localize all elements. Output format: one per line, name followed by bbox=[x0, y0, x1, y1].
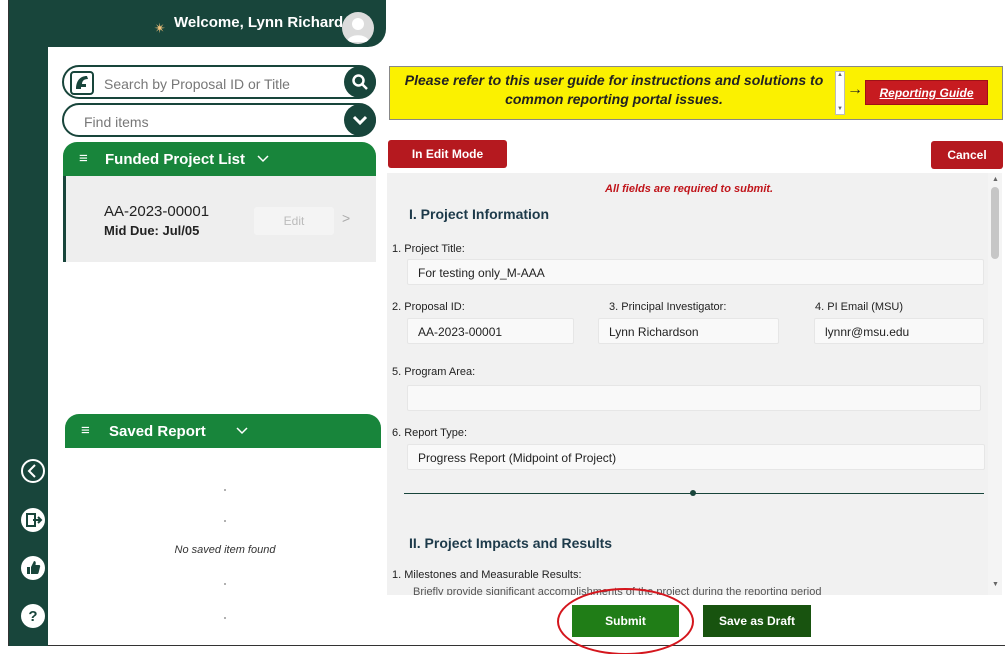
funded-project-list-header[interactable]: ≡ Funded Project List bbox=[63, 142, 376, 176]
thumbs-up-icon[interactable] bbox=[20, 555, 46, 581]
project-title-label: 1. Project Title: bbox=[392, 243, 465, 255]
separator-dot bbox=[224, 489, 226, 491]
saved-report-title: Saved Report bbox=[109, 423, 206, 440]
svg-text:?: ? bbox=[28, 608, 37, 625]
chevron-down-icon bbox=[235, 423, 249, 442]
empty-state-text: No saved item found bbox=[174, 544, 276, 556]
highlight-annotation bbox=[557, 588, 694, 654]
waving-hand-icon: ✴ bbox=[154, 20, 166, 36]
banner-scrollbar[interactable]: ▲ ▼ bbox=[835, 71, 845, 115]
scroll-down-icon[interactable]: ▼ bbox=[992, 581, 999, 588]
reporting-guide-button[interactable]: Reporting Guide bbox=[865, 80, 988, 105]
search-placeholder: Search by Proposal ID or Title bbox=[104, 76, 290, 92]
separator-dot bbox=[224, 583, 226, 585]
divider-dot bbox=[690, 490, 696, 496]
required-note: All fields are required to submit. bbox=[605, 183, 774, 195]
pi-label: 3. Principal Investigator: bbox=[609, 301, 727, 313]
msu-spartan-logo bbox=[70, 71, 94, 100]
edit-button[interactable]: Edit bbox=[254, 207, 334, 235]
scrollbar-thumb[interactable] bbox=[991, 187, 999, 259]
welcome-text: Welcome, Lynn Richardson bbox=[174, 14, 370, 31]
find-items-input[interactable]: Find items bbox=[62, 103, 376, 137]
help-icon[interactable]: ? bbox=[20, 603, 46, 629]
list-item[interactable]: AA-2023-00001 Mid Due: Jul/05 Edit > bbox=[63, 176, 376, 262]
collapse-icon[interactable] bbox=[20, 458, 46, 484]
report-type-field[interactable]: Progress Report (Midpoint of Project) bbox=[407, 444, 985, 470]
chevron-down-icon bbox=[256, 151, 270, 170]
proposal-id-field[interactable]: AA-2023-00001 bbox=[407, 318, 574, 344]
scroll-up-icon[interactable]: ▲ bbox=[992, 176, 999, 183]
save-as-draft-button[interactable]: Save as Draft bbox=[703, 605, 811, 637]
funded-list-title: Funded Project List bbox=[105, 151, 246, 168]
search-icon[interactable] bbox=[344, 66, 376, 98]
pi-email-label: 4. PI Email (MSU) bbox=[815, 301, 904, 313]
saved-report-header[interactable]: ≡ Saved Report bbox=[65, 414, 381, 448]
chevron-down-icon[interactable] bbox=[344, 104, 376, 136]
project-title-field[interactable]: For testing only_M-AAA bbox=[407, 259, 984, 285]
report-form: All fields are required to submit. I. Pr… bbox=[387, 173, 988, 595]
top-header: ✴ Welcome, Lynn Richardson bbox=[48, 0, 386, 47]
logout-icon[interactable] bbox=[20, 507, 46, 533]
program-area-label: 5. Program Area: bbox=[392, 366, 476, 378]
chevron-right-icon[interactable]: > bbox=[342, 210, 350, 226]
section-title-impacts: II. Project Impacts and Results bbox=[409, 535, 613, 551]
proposal-id-label: 2. Proposal ID: bbox=[392, 301, 465, 313]
list-icon: ≡ bbox=[79, 150, 88, 167]
list-icon: ≡ bbox=[81, 422, 90, 439]
arrow-right-icon: → bbox=[847, 81, 863, 98]
guide-text: Please refer to this user guide for inst… bbox=[404, 72, 824, 107]
search-input[interactable]: Search by Proposal ID or Title bbox=[62, 65, 376, 99]
milestones-label: 1. Milestones and Measurable Results: bbox=[392, 569, 582, 581]
separator-dot bbox=[224, 617, 226, 619]
form-scrollbar[interactable]: ▲ ▼ bbox=[988, 173, 1002, 595]
avatar[interactable] bbox=[342, 12, 374, 44]
report-type-label: 6. Report Type: bbox=[392, 427, 468, 439]
pi-field[interactable]: Lynn Richardson bbox=[598, 318, 779, 344]
find-placeholder: Find items bbox=[84, 114, 149, 130]
separator-dot bbox=[224, 520, 226, 522]
section-title-project-info: I. Project Information bbox=[409, 206, 550, 222]
program-area-field[interactable] bbox=[407, 385, 981, 411]
project-due-date: Mid Due: Jul/05 bbox=[104, 223, 200, 238]
project-id: AA-2023-00001 bbox=[104, 203, 210, 220]
edit-mode-button[interactable]: In Edit Mode bbox=[388, 140, 507, 168]
guide-banner: Please refer to this user guide for inst… bbox=[389, 66, 1003, 120]
cancel-button[interactable]: Cancel bbox=[931, 141, 1003, 169]
left-rail: ? bbox=[9, 0, 48, 646]
pi-email-field[interactable]: lynnr@msu.edu bbox=[814, 318, 984, 344]
